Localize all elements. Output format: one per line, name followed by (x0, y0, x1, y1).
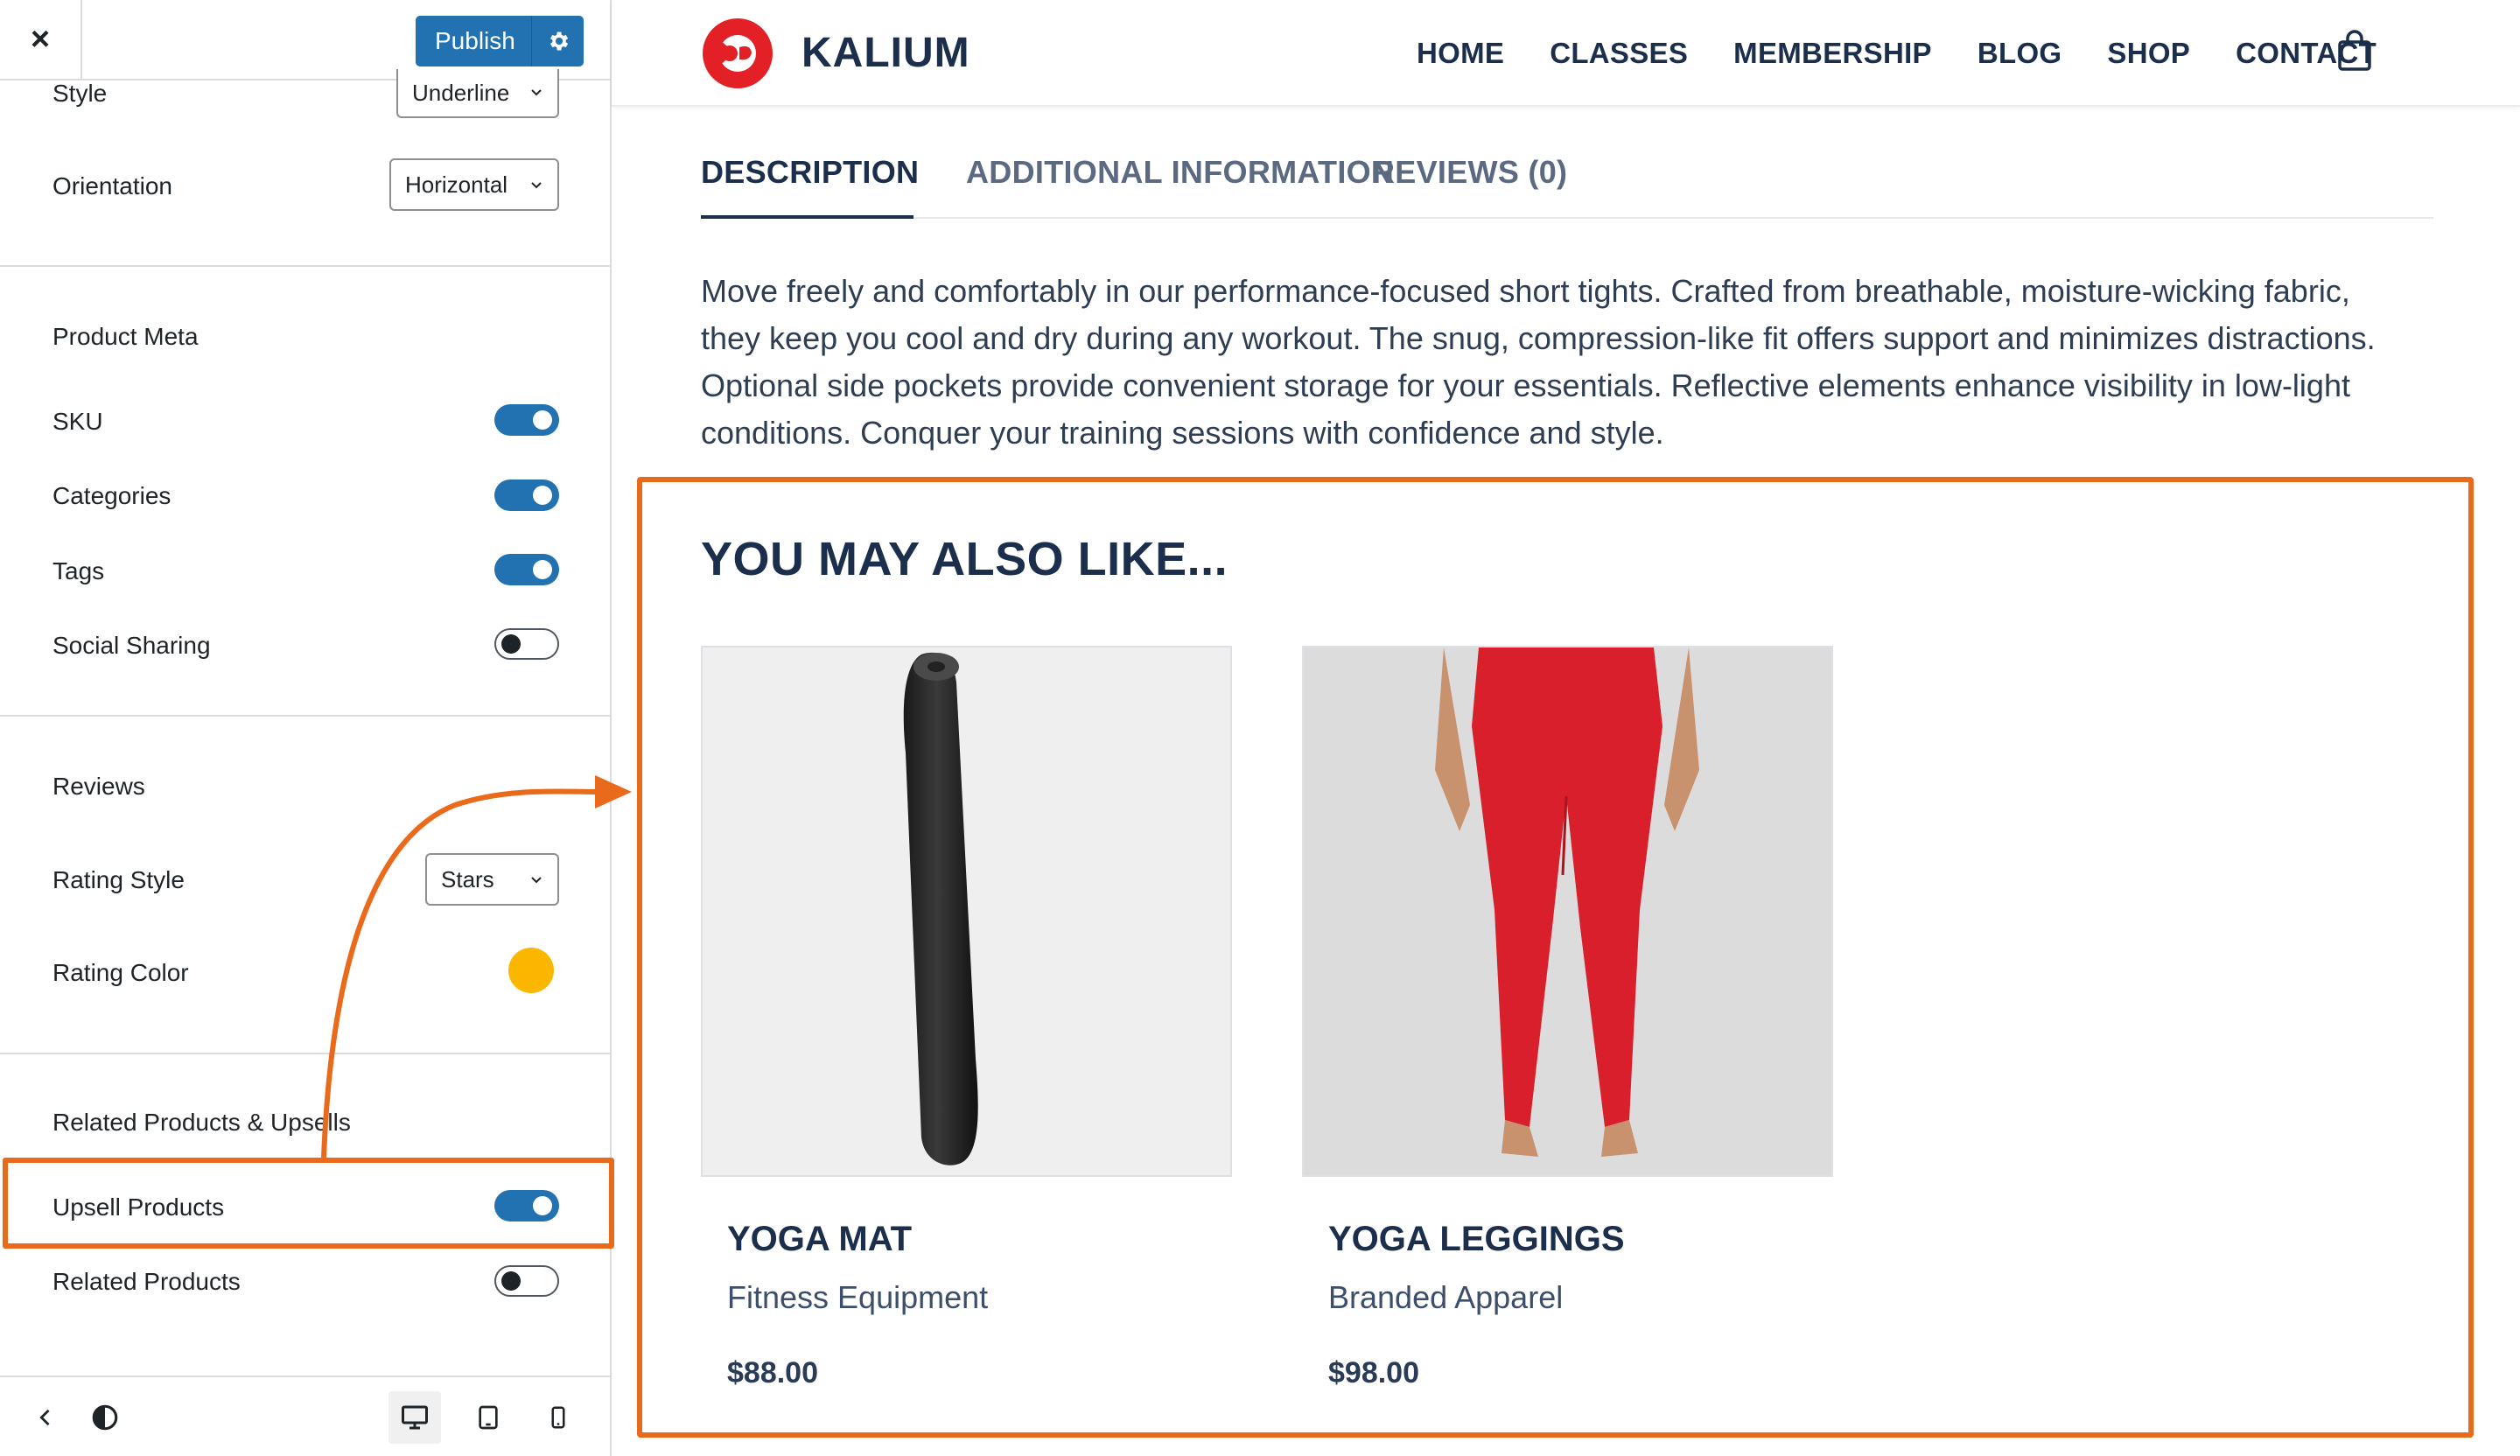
publish-group: Publish (416, 16, 584, 66)
back-icon (39, 1409, 50, 1426)
tablet-icon (479, 1405, 498, 1430)
related-products-label: Related Products (52, 1268, 241, 1295)
active-tab-indicator (701, 215, 914, 219)
categories-toggle[interactable] (494, 480, 559, 511)
product-meta-title: Product Meta (52, 323, 199, 350)
tab-reviews[interactable]: REVIEWS (0) (1372, 154, 1567, 191)
site-header: KALIUM HOME CLASSES MEMBERSHIP BLOG SHOP… (612, 0, 2520, 107)
toggle-knob (501, 1271, 521, 1291)
desktop-icon (402, 1405, 428, 1430)
brand-name[interactable]: KALIUM (802, 29, 970, 77)
sku-toggle[interactable] (494, 404, 559, 436)
upsell-section-highlight (637, 477, 2474, 1438)
shopping-bag-icon[interactable] (2337, 30, 2372, 72)
publish-settings-button[interactable] (531, 16, 584, 66)
mobile-icon (551, 1406, 565, 1429)
orientation-label: Orientation (52, 172, 172, 200)
related-upsells-title: Related Products & Upsells (52, 1109, 351, 1136)
customizer-footer (0, 1376, 610, 1456)
tags-toggle[interactable] (494, 554, 559, 585)
categories-label: Categories (52, 482, 172, 509)
divider (0, 1053, 610, 1054)
divider (0, 715, 610, 717)
chevron-down-icon (531, 182, 542, 189)
publish-button[interactable]: Publish (416, 27, 531, 55)
upsell-toggle-highlight (3, 1158, 614, 1249)
orientation-select[interactable]: Horizontal (389, 158, 559, 211)
toggle-knob (533, 410, 552, 430)
rating-color-label: Rating Color (52, 959, 189, 986)
chevron-down-icon (531, 89, 542, 96)
related-products-toggle[interactable] (494, 1265, 559, 1297)
toggle-knob (533, 560, 552, 579)
nav-home[interactable]: HOME (1417, 37, 1504, 70)
contrast-toggle[interactable] (79, 1391, 131, 1444)
style-label: Style (52, 80, 108, 107)
style-select-value: Underline (412, 79, 510, 106)
close-button[interactable]: × (0, 0, 82, 79)
nav-classes[interactable]: CLASSES (1550, 37, 1688, 70)
preview-mobile-button[interactable] (532, 1391, 584, 1444)
orientation-select-value: Horizontal (405, 171, 508, 198)
divider (0, 265, 610, 267)
toggle-knob (501, 634, 521, 654)
preview-desktop-button[interactable] (388, 1391, 441, 1444)
nav-shop[interactable]: SHOP (2107, 37, 2190, 70)
close-icon: × (30, 20, 51, 58)
style-select[interactable]: Underline (396, 69, 559, 118)
product-description: Move freely and comfortably in our perfo… (701, 273, 2376, 451)
gear-icon (550, 32, 568, 51)
kalium-logo-icon[interactable] (699, 16, 780, 91)
chevron-down-icon (531, 877, 542, 884)
social-sharing-toggle[interactable] (494, 628, 559, 660)
social-sharing-label: Social Sharing (52, 632, 211, 659)
nav-blog[interactable]: BLOG (1978, 37, 2062, 70)
tab-additional-information[interactable]: ADDITIONAL INFORMATION (966, 154, 1394, 191)
contrast-icon (92, 1404, 118, 1431)
collapse-button[interactable] (19, 1391, 72, 1444)
rating-style-select[interactable]: Stars (425, 853, 559, 906)
product-tabs: DESCRIPTION ADDITIONAL INFORMATION REVIE… (701, 154, 2433, 219)
sku-label: SKU (52, 408, 103, 435)
rating-style-select-value: Stars (441, 865, 494, 892)
tab-description[interactable]: DESCRIPTION (701, 154, 919, 191)
toggle-knob (533, 486, 552, 505)
tags-label: Tags (52, 557, 105, 584)
main-nav: HOME CLASSES MEMBERSHIP BLOG SHOP CONTAC… (1417, 37, 2422, 70)
preview-tablet-button[interactable] (462, 1391, 514, 1444)
rating-color-swatch[interactable] (508, 948, 554, 993)
nav-membership[interactable]: MEMBERSHIP (1733, 37, 1932, 70)
reviews-title: Reviews (52, 773, 145, 800)
rating-style-label: Rating Style (52, 866, 185, 893)
